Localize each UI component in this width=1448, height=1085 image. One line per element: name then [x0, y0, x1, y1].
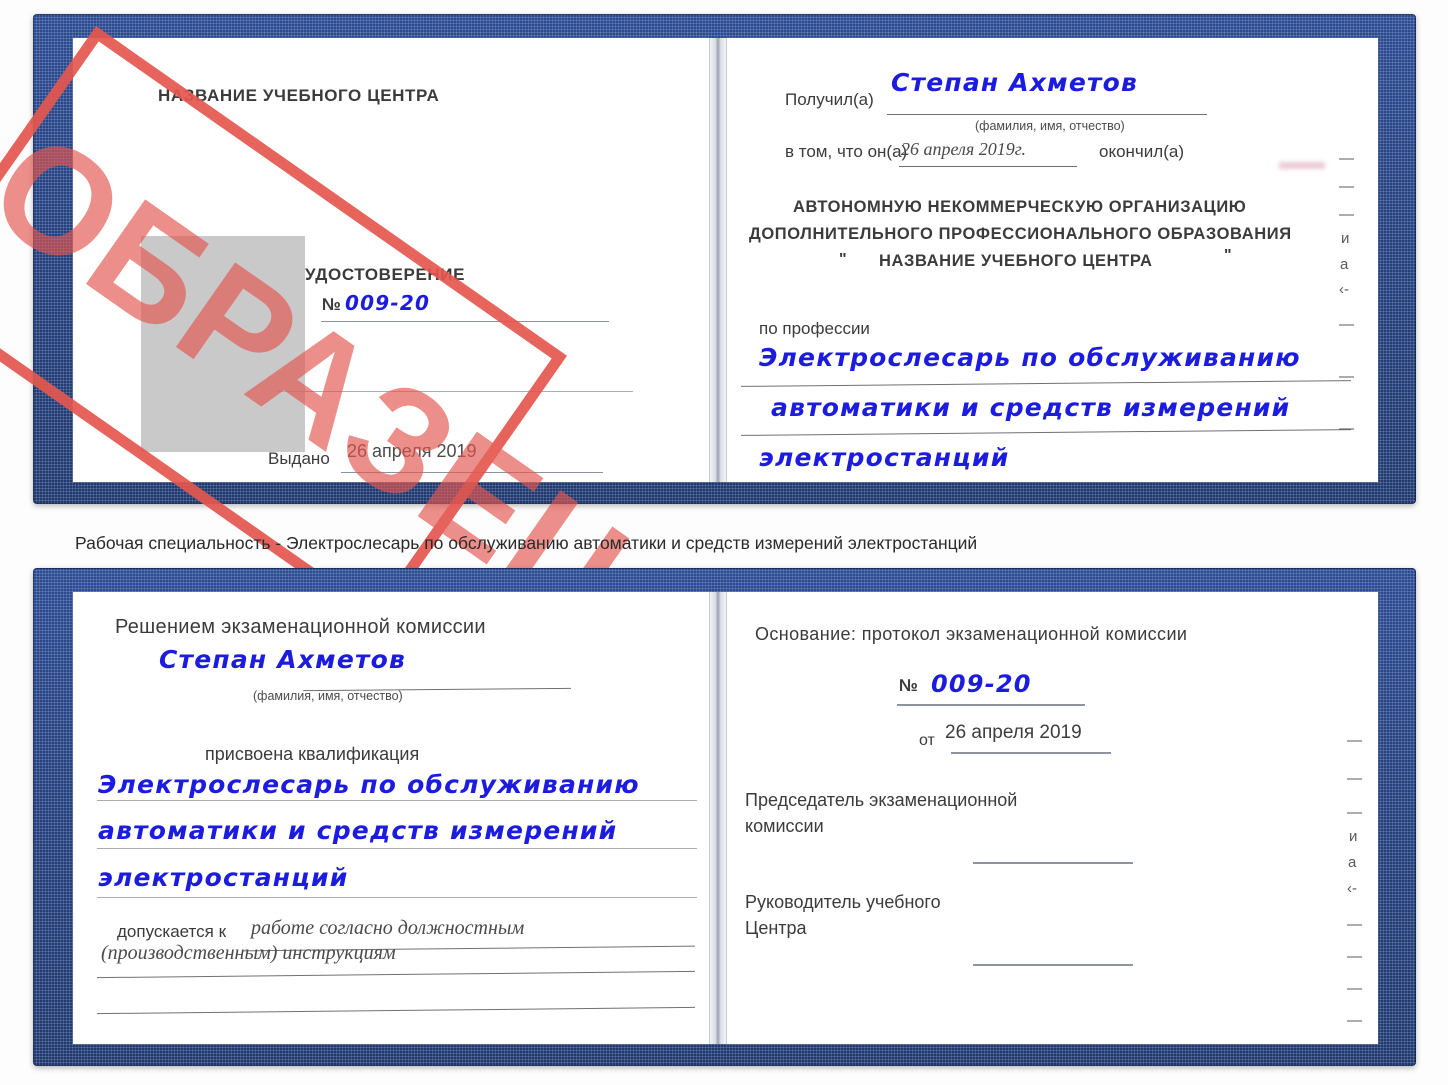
in-that-label-top: в том, что он(а): [785, 142, 908, 161]
edge-mark-10-bottom: —: [1347, 1012, 1362, 1029]
decision-name-value: Степан Ахметов: [159, 645, 407, 674]
admitted-rule-3: [97, 1006, 695, 1015]
profession-rule-1-top: [741, 380, 1351, 387]
admitted-value-line-1: работе согласно должностным: [251, 917, 525, 939]
edge-mark-5-top: а: [1340, 256, 1349, 273]
received-label-top: Получил(а): [785, 90, 874, 109]
org-line-2-top: ДОПОЛНИТЕЛЬНОГО ПРОФЕССИОНАЛЬНОГО ОБРАЗО…: [749, 225, 1292, 243]
fio-hint-bottom: (фамилия, имя, отчество): [253, 689, 403, 703]
certificate-top-cover: НАЗВАНИЕ УЧЕБНОГО ЦЕНТРА УДОСТОВЕРЕНИЕ №…: [33, 14, 1416, 504]
bleed-smudge-top: [1279, 162, 1325, 169]
qualification-rule-1: [97, 800, 697, 801]
certificate-top-pages: НАЗВАНИЕ УЧЕБНОГО ЦЕНТРА УДОСТОВЕРЕНИЕ №…: [73, 38, 1378, 482]
issued-rule-top: [341, 472, 603, 473]
admitted-value-line-2: (производственным) инструкциям: [101, 942, 396, 964]
certificate-bottom-cover: Решением экзаменационной комиссии Степан…: [33, 568, 1416, 1066]
document-title-top: УДОСТОВЕРЕНИЕ: [305, 265, 466, 284]
edge-mark-7-top: —: [1339, 316, 1354, 333]
issued-label-top: Выдано: [268, 449, 330, 468]
number-label-top: №: [322, 295, 341, 314]
number-rule-top: [321, 321, 609, 322]
certificate-bottom-spine: [709, 592, 727, 1044]
head-line-1: Руководитель учебного: [745, 892, 941, 912]
qualification-rule-2: [97, 848, 697, 849]
certificate-top-right-page: Получил(а) Степан Ахметов (фамилия, имя,…: [727, 38, 1378, 482]
blank-rule-top: [278, 391, 633, 392]
chairman-line-1: Председатель экзаменационной: [745, 790, 1018, 810]
image-caption: Рабочая специальность - Электрослесарь п…: [75, 533, 978, 553]
completion-date-rule-top: [899, 166, 1077, 167]
protocol-date-label: от: [919, 732, 935, 749]
training-center-name-top: НАЗВАНИЕ УЧЕБНОГО ЦЕНТРА: [158, 86, 440, 105]
protocol-number-rule: [897, 704, 1085, 706]
certificate-bottom-right-page: Основание: протокол экзаменационной коми…: [727, 592, 1378, 1044]
received-value-top: Степан Ахметов: [891, 68, 1139, 97]
profession-rule-2-top: [741, 429, 1351, 436]
edge-mark-3-top: —: [1339, 206, 1354, 223]
edge-mark-9-bottom: —: [1347, 980, 1362, 997]
qualification-line-3: электростанций: [98, 863, 349, 892]
qualification-label: присвоена квалификация: [205, 744, 420, 764]
fio-hint-top: (фамилия, имя, отчество): [975, 119, 1125, 133]
issued-value-top: 26 апреля 2019: [347, 441, 477, 461]
org-quote-open-top: ": [839, 251, 847, 268]
chairman-signature-rule: [973, 862, 1133, 864]
edge-mark-5-bottom: а: [1348, 854, 1357, 871]
received-rule-top: [887, 114, 1207, 115]
qualification-line-1: Электрослесарь по обслуживанию: [98, 770, 640, 799]
certificate-bottom-left-page: Решением экзаменационной комиссии Степан…: [73, 592, 709, 1044]
screenshot-root: НАЗВАНИЕ УЧЕБНОГО ЦЕНТРА УДОСТОВЕРЕНИЕ №…: [0, 0, 1448, 1085]
edge-mark-1-top: —: [1339, 150, 1354, 167]
edge-mark-9-top: —: [1339, 420, 1354, 437]
profession-label-top: по профессии: [759, 319, 870, 338]
protocol-number-label: №: [899, 676, 918, 695]
photo-placeholder: [141, 236, 305, 452]
protocol-number-value: 009-20: [931, 670, 1032, 698]
edge-mark-6-bottom: ‹-: [1347, 880, 1357, 897]
profession-line-3-top: электростанций: [759, 443, 1010, 472]
profession-line-1-top: Электрослесарь по обслуживанию: [759, 343, 1301, 372]
org-quote-close-top: ": [1224, 247, 1232, 264]
basis-label: Основание: протокол экзаменационной коми…: [755, 624, 1188, 644]
qualification-line-2: автоматики и средств измерений: [98, 816, 618, 845]
org-line-3-top: НАЗВАНИЕ УЧЕБНОГО ЦЕНТРА: [879, 252, 1153, 270]
certificate-top-spine: [709, 38, 727, 482]
head-signature-rule: [973, 964, 1133, 966]
admitted-label: допускается к: [117, 922, 227, 941]
protocol-date-value: 26 апреля 2019: [945, 722, 1082, 743]
org-line-1-top: АВТОНОМНУЮ НЕКОММЕРЧЕСКУЮ ОРГАНИЗАЦИЮ: [793, 198, 1247, 216]
edge-mark-4-top: и: [1341, 230, 1350, 247]
admitted-rule-2: [97, 970, 695, 979]
edge-mark-8-top: —: [1339, 368, 1354, 385]
edge-mark-7-bottom: —: [1347, 916, 1362, 933]
edge-mark-1-bottom: —: [1347, 732, 1362, 749]
head-line-2: Центра: [745, 918, 807, 938]
edge-mark-2-top: —: [1339, 178, 1354, 195]
edge-mark-4-bottom: и: [1349, 828, 1358, 845]
chairman-line-2: комиссии: [745, 816, 824, 836]
edge-mark-6-top: ‹-: [1339, 281, 1349, 298]
edge-mark-8-bottom: —: [1347, 948, 1362, 965]
qualification-rule-3: [97, 897, 697, 898]
protocol-date-rule: [951, 752, 1111, 754]
completion-date-top: 26 апреля 2019г.: [901, 139, 1027, 159]
certificate-bottom-pages: Решением экзаменационной комиссии Степан…: [73, 592, 1378, 1044]
edge-mark-3-bottom: —: [1347, 804, 1362, 821]
edge-mark-2-bottom: —: [1347, 770, 1362, 787]
certificate-top-left-page: НАЗВАНИЕ УЧЕБНОГО ЦЕНТРА УДОСТОВЕРЕНИЕ №…: [73, 38, 709, 482]
number-value-top: 009-20: [345, 291, 431, 315]
decision-title: Решением экзаменационной комиссии: [115, 616, 486, 638]
profession-line-2-top: автоматики и средств измерений: [771, 393, 1291, 422]
finished-label-top: окончил(а): [1099, 142, 1184, 161]
